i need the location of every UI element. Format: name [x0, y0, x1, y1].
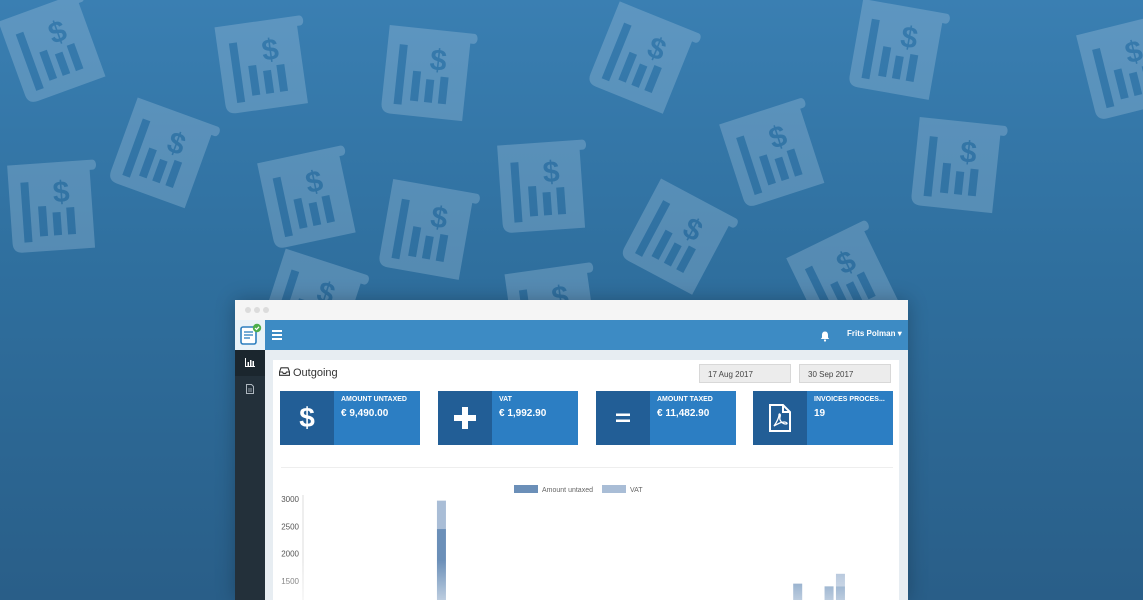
svg-text:$: $ — [542, 155, 561, 189]
app-logo-icon[interactable] — [235, 320, 265, 350]
window-dot — [254, 307, 260, 313]
stat-card-amount-taxed: AMOUNT TAXED € 11,482.90 — [596, 391, 736, 445]
y-tick-label: 2000 — [281, 550, 299, 559]
window-dot — [245, 307, 251, 313]
y-tick-label: 3000 — [281, 495, 299, 504]
card-value: 19 — [814, 408, 826, 419]
invoice-dollar-icon: $ — [719, 98, 825, 206]
plus-icon — [438, 391, 492, 445]
chevron-down-icon: ▾ — [897, 329, 902, 338]
app-window: Frits Polman ▾ Outgoing 17 Aug 2017 30 S… — [235, 300, 908, 600]
user-name: Frits Polman — [847, 329, 896, 338]
sidebar — [235, 350, 265, 600]
sidebar-item-dashboard[interactable] — [235, 350, 265, 376]
legend-swatch[interactable] — [602, 485, 626, 493]
card-value: € 1,992.90 — [499, 408, 547, 419]
invoice-dollar-icon: $ — [911, 117, 1008, 214]
equals-icon — [596, 391, 650, 445]
page-title: Outgoing — [278, 367, 338, 379]
invoice-dollar-icon: $ — [497, 139, 587, 233]
chart-fade — [273, 560, 898, 600]
card-label: INVOICES PROCES... — [814, 396, 885, 403]
bell-icon[interactable] — [820, 329, 830, 347]
user-menu[interactable]: Frits Polman ▾ — [847, 329, 902, 338]
sidebar-item-documents[interactable] — [235, 377, 265, 403]
invoice-dollar-icon: $ — [1076, 14, 1143, 119]
invoice-bar-chart: Amount untaxedVAT3000250020001500 — [273, 485, 898, 600]
card-value: € 9,490.00 — [341, 408, 389, 419]
inbox-tray-icon — [278, 367, 291, 379]
invoice-dollar-icon: $ — [257, 145, 356, 248]
invoice-dollar-icon: $ — [381, 25, 478, 122]
invoice-dollar-icon: $ — [214, 15, 308, 114]
invoice-dollar-icon: $ — [0, 0, 106, 102]
legend-label: Amount untaxed — [542, 487, 593, 494]
legend-label: VAT — [630, 487, 643, 494]
bar-chart-icon — [245, 354, 255, 372]
card-label: AMOUNT TAXED — [657, 396, 713, 403]
card-label: VAT — [499, 396, 512, 403]
y-tick-label: 2500 — [281, 522, 299, 531]
bar-vat[interactable] — [436, 500, 446, 530]
date-to-field[interactable]: 30 Sep 2017 — [799, 364, 891, 383]
legend-swatch[interactable] — [514, 485, 538, 493]
invoice-dollar-icon: $ — [849, 0, 950, 100]
pdf-file-icon — [753, 391, 807, 445]
invoice-dollar-icon: $ — [589, 1, 701, 114]
svg-text:$: $ — [52, 175, 71, 209]
stat-card-vat: VAT € 1,992.90 — [438, 391, 578, 445]
date-from-field[interactable]: 17 Aug 2017 — [699, 364, 791, 383]
stat-card-amount-untaxed: $ AMOUNT UNTAXED € 9,490.00 — [280, 391, 420, 445]
svg-text:$: $ — [299, 403, 315, 433]
document-icon — [246, 381, 254, 399]
window-titlebar — [235, 300, 908, 320]
window-dot — [263, 307, 269, 313]
page-title-text: Outgoing — [293, 367, 338, 379]
divider — [281, 467, 893, 468]
top-navbar: Frits Polman ▾ — [235, 320, 908, 350]
card-label: AMOUNT UNTAXED — [341, 396, 407, 403]
stat-card-invoices-processed: INVOICES PROCES... 19 — [753, 391, 893, 445]
card-value: € 11,482.90 — [657, 408, 710, 419]
dollar-sign-icon: $ — [280, 391, 334, 445]
hamburger-menu-icon[interactable] — [272, 328, 282, 342]
